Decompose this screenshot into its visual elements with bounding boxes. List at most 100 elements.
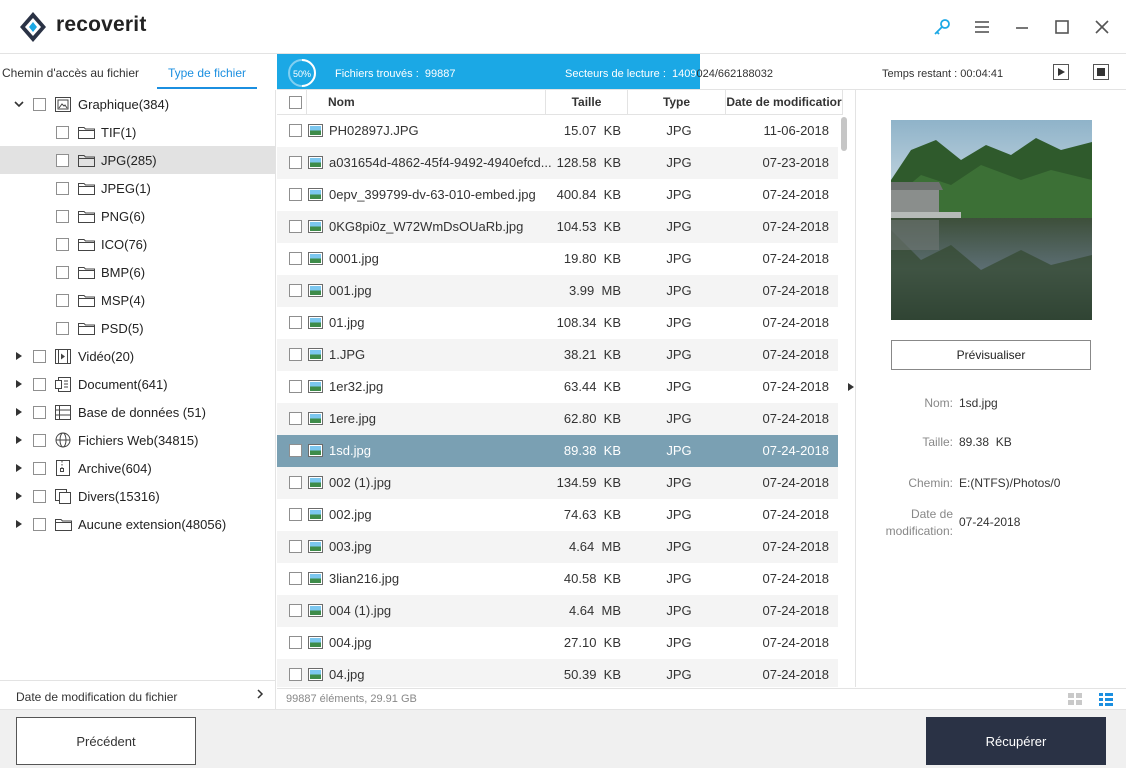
chevron-right-icon[interactable]	[14, 379, 24, 389]
tree-item-checkbox[interactable]	[56, 181, 69, 195]
tree-item-checkbox[interactable]	[33, 517, 46, 531]
tree-item-checkbox[interactable]	[56, 153, 69, 167]
tree-item[interactable]: ICO(76)	[0, 230, 275, 258]
grid-view-icon[interactable]	[1067, 692, 1083, 706]
chevron-right-icon[interactable]	[14, 351, 24, 361]
chevron-right-icon[interactable]	[14, 407, 24, 417]
row-checkbox[interactable]	[289, 572, 302, 585]
row-checkbox[interactable]	[289, 156, 302, 169]
column-size[interactable]: Taille	[546, 90, 628, 115]
tree-item-checkbox[interactable]	[56, 125, 69, 139]
chevron-down-icon[interactable]	[14, 99, 24, 109]
recover-button[interactable]: Récupérer	[926, 717, 1106, 765]
table-row[interactable]: 1.JPG 38.21 KB JPG 07-24-2018	[277, 339, 838, 371]
scrollbar-thumb[interactable]	[841, 117, 847, 151]
row-checkbox[interactable]	[289, 124, 302, 137]
column-type[interactable]: Type	[628, 90, 726, 115]
tree-item[interactable]: PNG(6)	[0, 202, 275, 230]
select-all-checkbox[interactable]	[289, 96, 302, 109]
tab-file-type[interactable]: Type de fichier	[157, 54, 257, 89]
tree-item-checkbox[interactable]	[33, 461, 46, 475]
table-row[interactable]: 004.jpg 27.10 KB JPG 07-24-2018	[277, 627, 838, 659]
previous-button[interactable]: Précédent	[16, 717, 196, 765]
row-checkbox[interactable]	[289, 476, 302, 489]
tree-item-checkbox[interactable]	[56, 237, 69, 251]
table-row[interactable]: 002.jpg 74.63 KB JPG 07-24-2018	[277, 499, 838, 531]
tree-item-checkbox[interactable]	[33, 97, 46, 111]
tab-file-path[interactable]: Chemin d'accès au fichier	[0, 54, 140, 90]
row-checkbox[interactable]	[289, 412, 302, 425]
table-row[interactable]: 01.jpg 108.34 KB JPG 07-24-2018	[277, 307, 838, 339]
list-view-icon[interactable]	[1098, 692, 1114, 706]
chevron-right-icon[interactable]	[14, 519, 24, 529]
tree-item-checkbox[interactable]	[33, 377, 46, 391]
tree-item-checkbox[interactable]	[33, 489, 46, 503]
tree-item[interactable]: Vidéo(20)	[0, 342, 275, 370]
tree-item[interactable]: Document(641)	[0, 370, 275, 398]
maximize-icon[interactable]	[1051, 16, 1073, 38]
tree-item-checkbox[interactable]	[56, 265, 69, 279]
table-row[interactable]: 002 (1).jpg 134.59 KB JPG 07-24-2018	[277, 467, 838, 499]
row-checkbox[interactable]	[289, 252, 302, 265]
row-checkbox[interactable]	[289, 348, 302, 361]
table-row[interactable]: 0KG8pi0z_W72WmDsOUaRb.jpg 104.53 KB JPG 07-…	[277, 211, 838, 243]
tree-item[interactable]: BMP(6)	[0, 258, 275, 286]
tree-item[interactable]: Archive(604)	[0, 454, 275, 482]
row-checkbox[interactable]	[289, 316, 302, 329]
tree-item-checkbox[interactable]	[56, 293, 69, 307]
row-checkbox[interactable]	[289, 604, 302, 617]
table-row[interactable]: 04.jpg 50.39 KB JPG 07-24-2018	[277, 659, 838, 687]
play-button[interactable]	[1053, 64, 1069, 80]
table-row[interactable]: 0epv_399799-dv-63-010-embed.jpg 400.84 KB…	[277, 179, 838, 211]
tree-item-checkbox[interactable]	[33, 433, 46, 447]
row-checkbox[interactable]	[289, 188, 302, 201]
close-icon[interactable]	[1091, 16, 1113, 38]
tree-item[interactable]: Aucune extension(48056)	[0, 510, 275, 538]
collapse-preview-toggle[interactable]	[847, 380, 855, 394]
folder-icon	[77, 264, 95, 280]
key-icon[interactable]	[931, 16, 953, 38]
row-checkbox[interactable]	[289, 508, 302, 521]
chevron-right-icon[interactable]	[14, 463, 24, 473]
table-row[interactable]: 003.jpg 4.64 MB JPG 07-24-2018	[277, 531, 838, 563]
table-row[interactable]: 1sd.jpg 89.38 KB JPG 07-24-2018	[277, 435, 838, 467]
tree-item[interactable]: JPEG(1)	[0, 174, 275, 202]
row-checkbox[interactable]	[289, 220, 302, 233]
table-row[interactable]: 004 (1).jpg 4.64 MB JPG 07-24-2018	[277, 595, 838, 627]
row-checkbox[interactable]	[289, 540, 302, 553]
table-row[interactable]: 0001.jpg 19.80 KB JPG 07-24-2018	[277, 243, 838, 275]
chevron-right-icon[interactable]	[14, 491, 24, 501]
chevron-right-icon[interactable]	[14, 435, 24, 445]
stop-button[interactable]	[1093, 64, 1109, 80]
tree-item[interactable]: JPG(285)	[0, 146, 275, 174]
menu-icon[interactable]	[971, 16, 993, 38]
tree-item-checkbox[interactable]	[33, 349, 46, 363]
tree-item[interactable]: PSD(5)	[0, 314, 275, 342]
tree-item[interactable]: Divers(15316)	[0, 482, 275, 510]
row-checkbox[interactable]	[289, 636, 302, 649]
row-checkbox[interactable]	[289, 284, 302, 297]
date-modified-filter[interactable]: Date de modification du fichier	[0, 680, 276, 709]
tree-item[interactable]: TIF(1)	[0, 118, 275, 146]
tree-item[interactable]: MSP(4)	[0, 286, 275, 314]
row-checkbox[interactable]	[289, 380, 302, 393]
tree-item-checkbox[interactable]	[56, 209, 69, 223]
tree-item[interactable]: Base de données (51)	[0, 398, 275, 426]
table-row[interactable]: 001.jpg 3.99 MB JPG 07-24-2018	[277, 275, 838, 307]
row-checkbox[interactable]	[289, 668, 302, 681]
table-row[interactable]: 1ere.jpg 62.80 KB JPG 07-24-2018	[277, 403, 838, 435]
minimize-icon[interactable]	[1011, 16, 1033, 38]
table-row[interactable]: a031654d-4862-45f4-9492-4940efcd... 128.5…	[277, 147, 838, 179]
preview-button[interactable]: Prévisualiser	[891, 340, 1091, 370]
table-row[interactable]: PH02897J.JPG 15.07 KB JPG 11-06-2018	[277, 115, 838, 147]
tree-item[interactable]: Fichiers Web(34815)	[0, 426, 275, 454]
tree-item-checkbox[interactable]	[56, 321, 69, 335]
column-date-modified[interactable]: Date de modificatior	[726, 90, 843, 115]
table-row[interactable]: 1er32.jpg 63.44 KB JPG 07-24-2018	[277, 371, 838, 403]
tree-item-checkbox[interactable]	[33, 405, 46, 419]
tree-item[interactable]: Graphique(384)	[0, 90, 275, 118]
table-vertical-scrollbar[interactable]	[840, 115, 849, 687]
table-row[interactable]: 3lian216.jpg 40.58 KB JPG 07-24-2018	[277, 563, 838, 595]
row-checkbox[interactable]	[289, 444, 302, 457]
column-name[interactable]: Nom	[307, 90, 546, 115]
